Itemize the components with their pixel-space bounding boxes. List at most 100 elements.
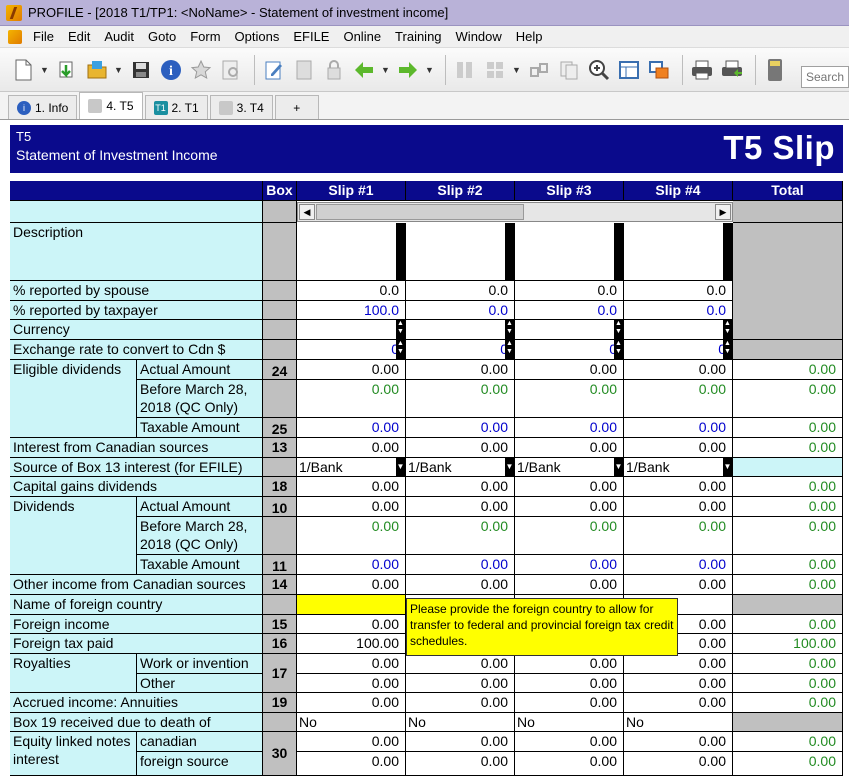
dividends-taxable-slip-1[interactable]: 0.00 xyxy=(297,555,406,575)
tab-t1[interactable]: T1 2. T1 xyxy=(144,95,208,119)
dividends-before-slip-3[interactable]: 0.00 xyxy=(515,517,624,555)
forward-dropdown-icon[interactable]: ▼ xyxy=(425,65,435,75)
exchange-rate-input-slip-2[interactable]: 0 xyxy=(406,340,515,360)
source13-select-slip-2[interactable]: 1/Bank xyxy=(406,458,515,477)
annuities-input-slip-3[interactable]: 0.00 xyxy=(515,693,624,713)
pct-spouse-input-slip-2[interactable]: 0.0 xyxy=(406,281,515,301)
dividends-actual-slip-3[interactable]: 0.00 xyxy=(515,497,624,517)
foreign-country-input-slip-1[interactable] xyxy=(297,595,406,615)
eligible-dividends-taxable-slip-1[interactable]: 0.00 xyxy=(297,418,406,438)
dividends-before-slip-1[interactable]: 0.00 xyxy=(297,517,406,555)
menu-training[interactable]: Training xyxy=(388,29,448,44)
annuities-input-slip-2[interactable]: 0.00 xyxy=(406,693,515,713)
spinner-arrows-icon[interactable]: ▲ ▼ xyxy=(396,340,405,359)
dividends-actual-slip-4[interactable]: 0.00 xyxy=(624,497,733,517)
royalties-other-slip-1[interactable]: 0.00 xyxy=(297,674,406,693)
dividends-before-slip-2[interactable]: 0.00 xyxy=(406,517,515,555)
pct-taxpayer-input-slip-2[interactable]: 0.0 xyxy=(406,301,515,320)
eligible-dividends-taxable-slip-2[interactable]: 0.00 xyxy=(406,418,515,438)
capital-gains-input-slip-2[interactable]: 0.00 xyxy=(406,477,515,497)
eligible-dividends-taxable-slip-3[interactable]: 0.00 xyxy=(515,418,624,438)
dropdown-arrow-icon[interactable]: ▼ xyxy=(723,458,732,476)
scroll-thumb[interactable] xyxy=(316,204,524,220)
equity-foreign-slip-2[interactable]: 0.00 xyxy=(406,752,515,776)
print-preview-icon[interactable] xyxy=(719,57,745,83)
back-arrow-icon[interactable] xyxy=(351,57,377,83)
columns-icon[interactable] xyxy=(452,57,478,83)
menu-edit[interactable]: Edit xyxy=(61,29,97,44)
eligible-dividends-before-slip-2[interactable]: 0.00 xyxy=(406,380,515,418)
menu-window[interactable]: Window xyxy=(449,29,509,44)
annuities-input-slip-1[interactable]: 0.00 xyxy=(297,693,406,713)
eligible-dividends-actual-slip-4[interactable]: 0.00 xyxy=(624,360,733,380)
menu-online[interactable]: Online xyxy=(336,29,388,44)
dividends-taxable-slip-3[interactable]: 0.00 xyxy=(515,555,624,575)
source13-select-slip-3[interactable]: 1/Bank xyxy=(515,458,624,477)
grid-icon[interactable] xyxy=(482,57,508,83)
tab-t4[interactable]: 3. T4 xyxy=(209,95,273,119)
eligible-dividends-actual-slip-3[interactable]: 0.00 xyxy=(515,360,624,380)
document-menu-icon[interactable] xyxy=(8,29,22,44)
tab-t5[interactable]: 4. T5 xyxy=(79,92,143,119)
menu-goto[interactable]: Goto xyxy=(141,29,183,44)
description-input-slip-1[interactable] xyxy=(297,223,406,281)
dividends-actual-slip-1[interactable]: 0.00 xyxy=(297,497,406,517)
new-file-dropdown-icon[interactable]: ▼ xyxy=(40,65,50,75)
menu-form[interactable]: Form xyxy=(183,29,227,44)
interest-input-slip-3[interactable]: 0.00 xyxy=(515,438,624,458)
pct-taxpayer-input-slip-4[interactable]: 0.0 xyxy=(624,301,733,320)
spinner-arrows-icon[interactable]: ▲ ▼ xyxy=(723,320,732,339)
menu-help[interactable]: Help xyxy=(509,29,550,44)
calculator-icon[interactable] xyxy=(291,57,317,83)
capital-gains-input-slip-3[interactable]: 0.00 xyxy=(515,477,624,497)
pct-taxpayer-input-slip-3[interactable]: 0.0 xyxy=(515,301,624,320)
interest-input-slip-4[interactable]: 0.00 xyxy=(624,438,733,458)
print-icon[interactable] xyxy=(689,57,715,83)
open-dropdown-icon[interactable]: ▼ xyxy=(114,65,124,75)
zoom-icon[interactable] xyxy=(586,57,612,83)
spinner-arrows-icon[interactable]: ▲ ▼ xyxy=(505,340,514,359)
equity-foreign-slip-1[interactable]: 0.00 xyxy=(297,752,406,776)
capital-gains-input-slip-4[interactable]: 0.00 xyxy=(624,477,733,497)
pct-spouse-input-slip-1[interactable]: 0.0 xyxy=(297,281,406,301)
search-input[interactable] xyxy=(801,66,849,88)
dropdown-arrow-icon[interactable]: ▼ xyxy=(614,458,623,476)
other-income-input-slip-4[interactable]: 0.00 xyxy=(624,575,733,595)
link-icon[interactable] xyxy=(526,57,552,83)
menu-audit[interactable]: Audit xyxy=(97,29,141,44)
foreign-income-input-slip-1[interactable]: 0.00 xyxy=(297,615,406,634)
eligible-dividends-before-slip-1[interactable]: 0.00 xyxy=(297,380,406,418)
other-income-input-slip-2[interactable]: 0.00 xyxy=(406,575,515,595)
open-folder-icon[interactable] xyxy=(84,57,110,83)
source13-select-slip-4[interactable]: 1/Bank xyxy=(624,458,733,477)
equity-foreign-slip-4[interactable]: 0.00 xyxy=(624,752,733,776)
box19-death-select-slip-1[interactable]: No xyxy=(297,713,406,732)
spinner-arrows-icon[interactable]: ▲ ▼ xyxy=(614,320,623,339)
import-icon[interactable] xyxy=(54,57,80,83)
description-input-slip-3[interactable] xyxy=(515,223,624,281)
royalties-work-slip-4[interactable]: 0.00 xyxy=(624,654,733,674)
slip-horizontal-scrollbar[interactable]: ◀ ▶ xyxy=(297,202,733,222)
menu-file[interactable]: File xyxy=(26,29,61,44)
currency-select-slip-1[interactable] xyxy=(297,320,406,340)
pct-spouse-input-slip-3[interactable]: 0.0 xyxy=(515,281,624,301)
eligible-dividends-actual-slip-2[interactable]: 0.00 xyxy=(406,360,515,380)
menu-options[interactable]: Options xyxy=(228,29,287,44)
source13-select-slip-1[interactable]: 1/Bank xyxy=(297,458,406,477)
interest-input-slip-1[interactable]: 0.00 xyxy=(297,438,406,458)
dividends-actual-slip-2[interactable]: 0.00 xyxy=(406,497,515,517)
preview-icon[interactable] xyxy=(218,57,244,83)
new-file-icon[interactable] xyxy=(10,57,36,83)
annuities-input-slip-4[interactable]: 0.00 xyxy=(624,693,733,713)
royalties-work-slip-2[interactable]: 0.00 xyxy=(406,654,515,674)
exchange-rate-input-slip-3[interactable]: 0 xyxy=(515,340,624,360)
eligible-dividends-before-slip-4[interactable]: 0.00 xyxy=(624,380,733,418)
royalties-other-slip-2[interactable]: 0.00 xyxy=(406,674,515,693)
back-dropdown-icon[interactable]: ▼ xyxy=(381,65,391,75)
eligible-dividends-taxable-slip-4[interactable]: 0.00 xyxy=(624,418,733,438)
spinner-arrows-icon[interactable]: ▲ ▼ xyxy=(614,340,623,359)
currency-select-slip-2[interactable] xyxy=(406,320,515,340)
edit-icon[interactable] xyxy=(261,57,287,83)
foreign-tax-input-slip-1[interactable]: 100.00 xyxy=(297,634,406,654)
interest-input-slip-2[interactable]: 0.00 xyxy=(406,438,515,458)
